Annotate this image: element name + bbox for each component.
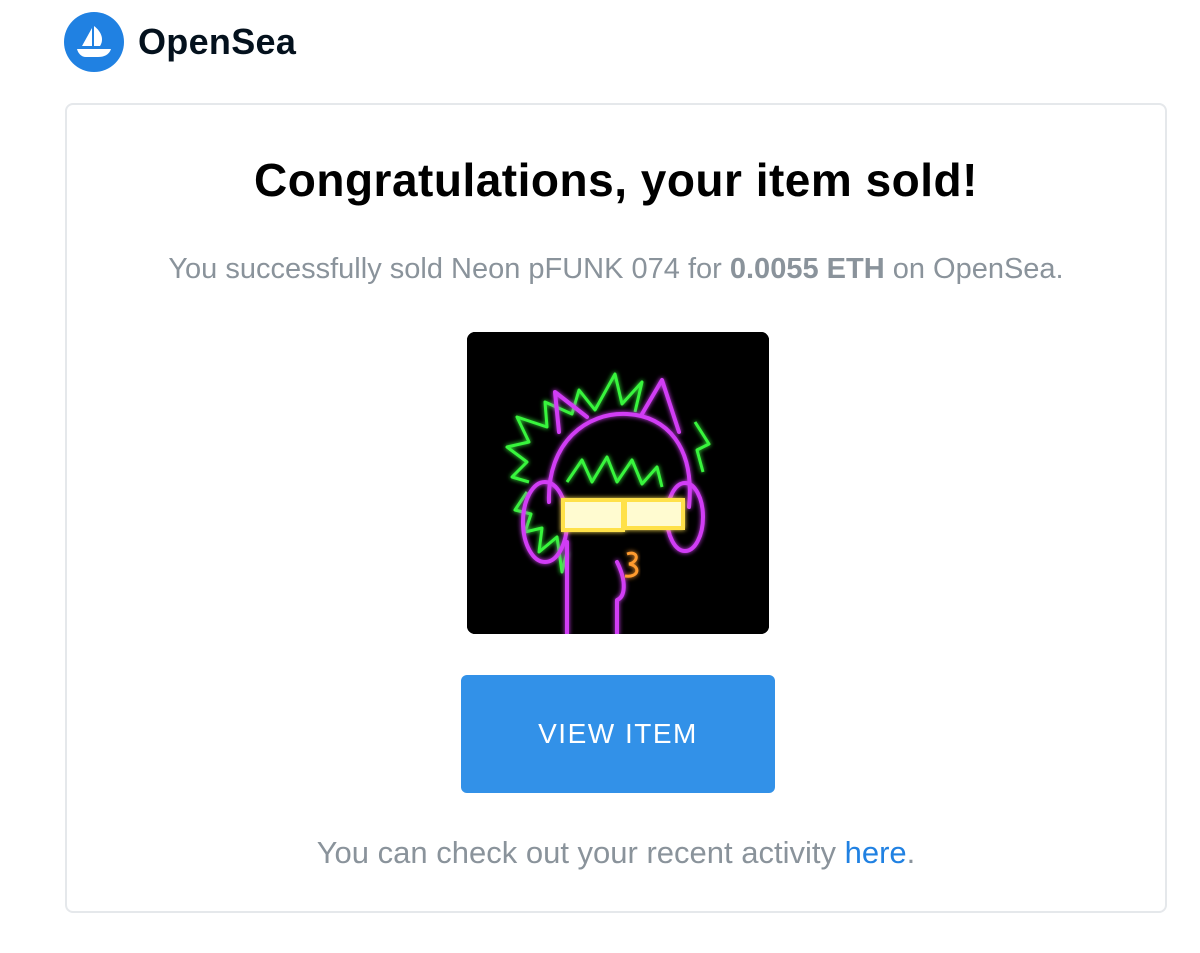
header: OpenSea: [64, 12, 296, 72]
footer-text: You can check out your recent activity h…: [67, 835, 1165, 871]
nft-item-image[interactable]: [467, 332, 769, 634]
recent-activity-link[interactable]: here: [845, 835, 907, 870]
footer-suffix: .: [906, 835, 916, 870]
sale-message: You successfully sold Neon pFUNK 074 for…: [67, 253, 1165, 286]
email-card: Congratulations, your item sold! You suc…: [65, 103, 1167, 913]
sale-price: 0.0055 ETH: [729, 253, 885, 285]
view-item-button[interactable]: VIEW ITEM: [461, 675, 775, 793]
footer-prefix: You can check out your recent activity: [316, 835, 845, 870]
sale-message-suffix: on OpenSea.: [884, 253, 1064, 285]
opensea-logo-icon[interactable]: [64, 12, 124, 72]
page-title: Congratulations, your item sold!: [254, 154, 978, 206]
sale-message-prefix: You successfully sold Neon pFUNK 074 for: [168, 253, 730, 285]
neon-pfunk-icon: [467, 332, 769, 634]
brand-name: OpenSea: [138, 21, 297, 62]
